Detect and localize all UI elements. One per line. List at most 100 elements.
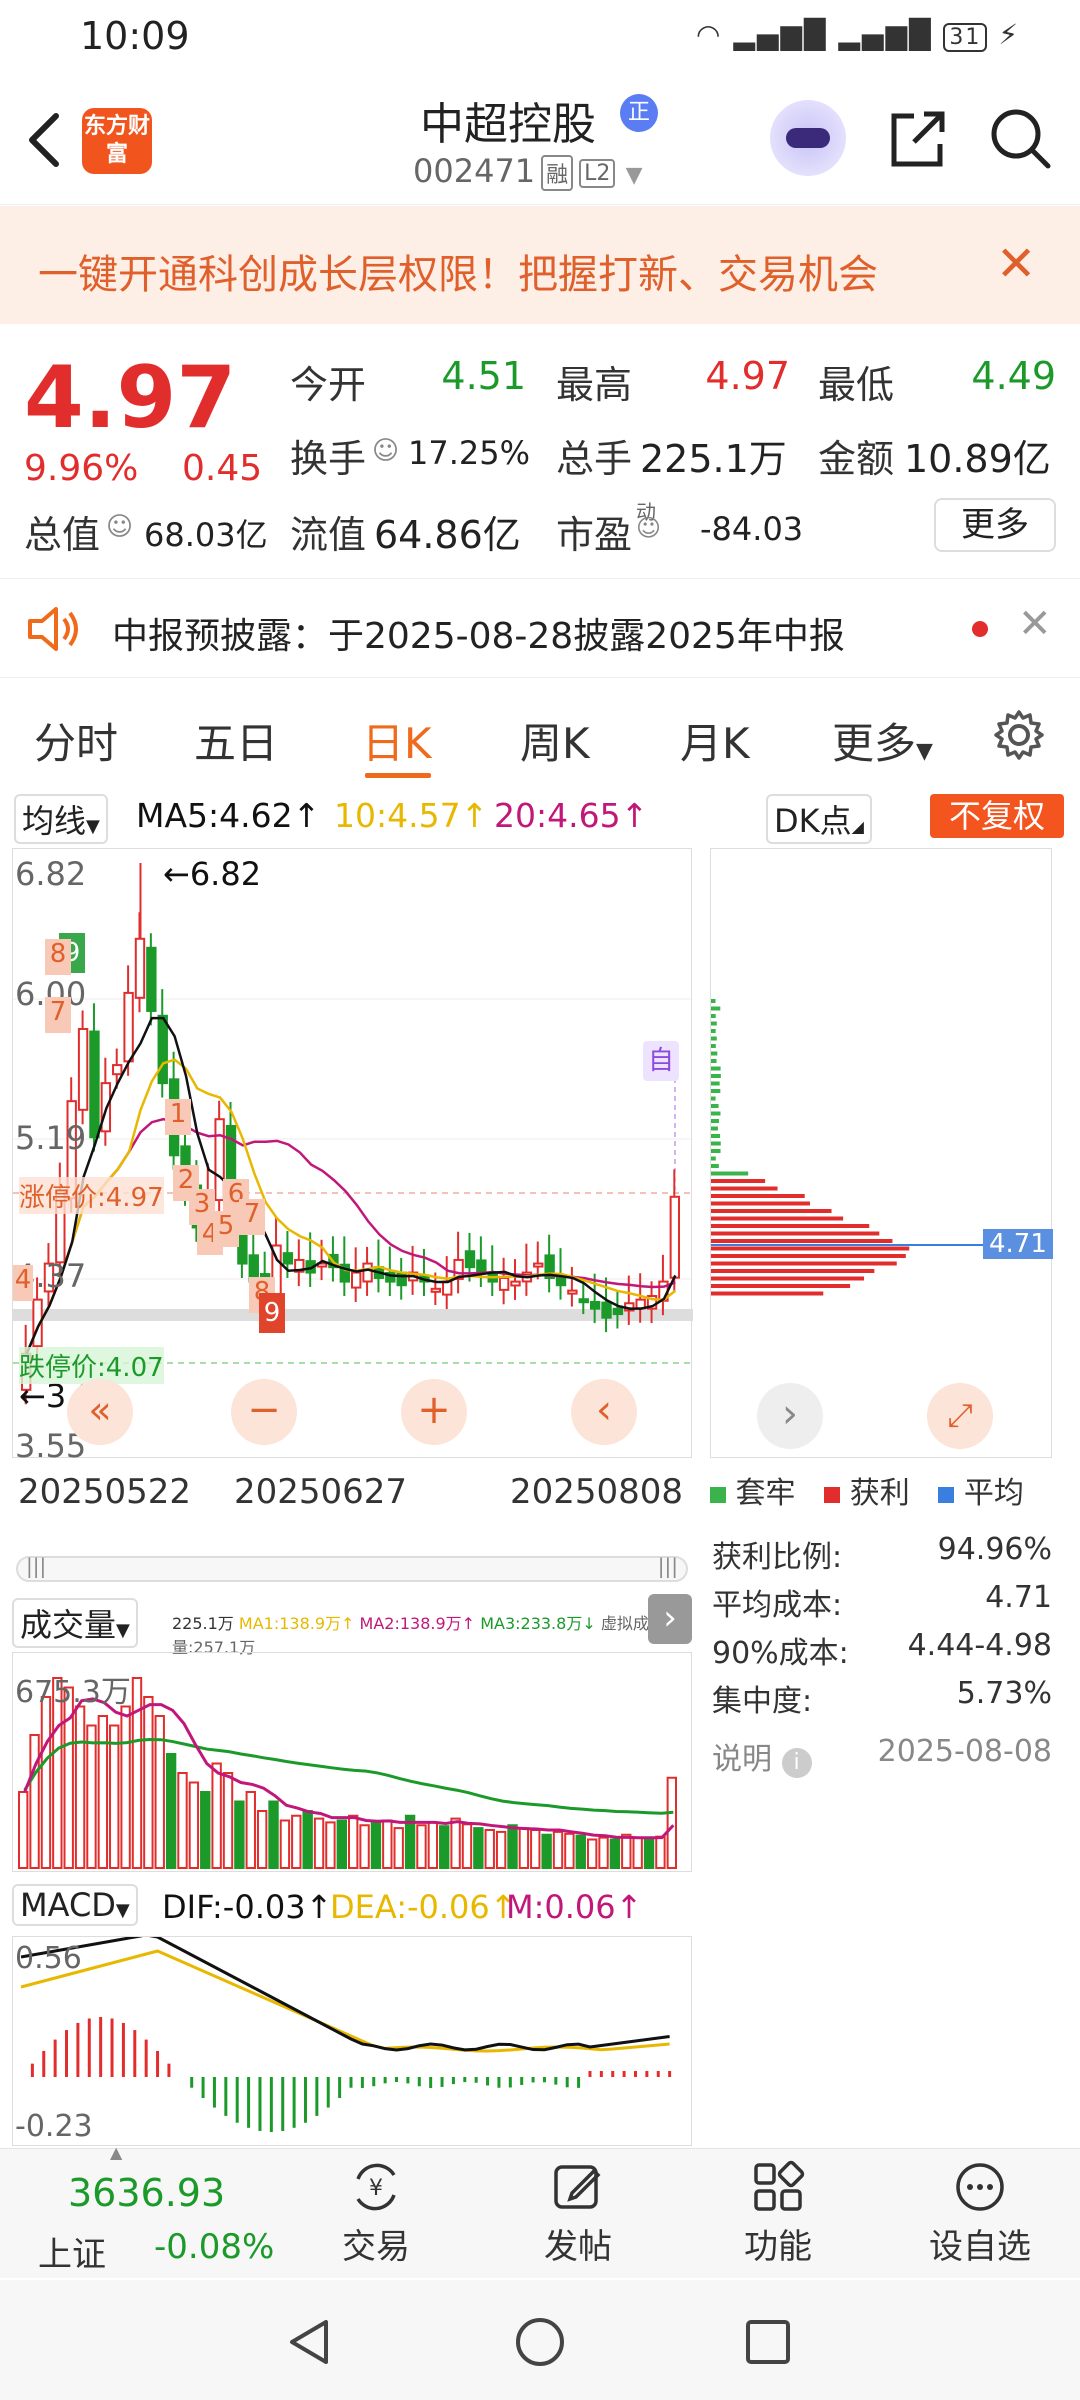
scroll-left-button[interactable]: ‹ — [571, 1379, 637, 1445]
info-icon[interactable]: ☺ — [106, 512, 133, 542]
notice-bar[interactable]: 中报预披露：于2025-08-28披露2025年中报 ✕ — [0, 578, 1080, 678]
legend-swatch — [938, 1487, 954, 1503]
volume-current: 225.1万 — [172, 1614, 234, 1633]
candle-body — [136, 939, 144, 998]
stock-header: 东方财富 中超控股 正 002471 融 L2 ▼ — [0, 70, 1080, 205]
candlestick-chart[interactable]: 6.82 6.00 5.19 4.37 3.55 ←6.82 ←3.95 涨停价… — [12, 848, 692, 1458]
chip-bar — [711, 1194, 805, 1198]
chip-distribution-chart[interactable]: 4.71 › ⤢ — [710, 848, 1052, 1458]
charging-icon: ⚡ — [998, 18, 1020, 51]
stat-value: 5.73% — [957, 1676, 1052, 1711]
amount-label: 金额 — [818, 428, 894, 483]
volume-bar — [235, 1802, 243, 1869]
app-logo[interactable]: 东方财富 — [82, 108, 152, 174]
candle-body — [443, 1282, 451, 1295]
legend-average: 平均 — [964, 1476, 1024, 1511]
info-icon[interactable]: ☺ — [372, 436, 399, 466]
signal-marker: 7 — [239, 1199, 265, 1235]
index-ticker[interactable]: ▲ 3636.93 上证 -0.08% — [0, 2149, 300, 2279]
assistant-avatar-icon[interactable] — [770, 100, 846, 176]
chip-bar — [711, 1209, 832, 1213]
chip-bar — [711, 1007, 720, 1011]
zoom-out-button[interactable]: − — [231, 1379, 297, 1445]
stat-label: 集中度: — [712, 1684, 812, 1719]
more-quote-button[interactable]: 更多 — [934, 498, 1056, 552]
macd-selector[interactable]: MACD▼ — [12, 1884, 138, 1926]
margin-tag: 融 — [541, 155, 573, 191]
floatcap-value: 64.86亿 — [374, 504, 521, 559]
chip-note-row[interactable]: 说明 i 2025-08-08 — [712, 1734, 1052, 1778]
stock-code-row[interactable]: 002471 融 L2 ▼ — [413, 152, 643, 191]
chevron-right-icon[interactable]: › — [757, 1383, 823, 1449]
chip-bar — [711, 1269, 874, 1273]
nav-home-icon[interactable] — [514, 2316, 566, 2368]
volume-ma1: MA1:138.9万↑ — [239, 1614, 355, 1633]
post-button[interactable]: 发帖 — [508, 2159, 648, 2268]
trade-button[interactable]: ¥ 交易 — [306, 2159, 446, 2268]
open-value: 4.51 — [420, 354, 526, 398]
nav-recents-icon[interactable] — [744, 2318, 792, 2366]
zoom-in-button[interactable]: + — [401, 1379, 467, 1445]
expand-icon[interactable]: ⤢ — [927, 1383, 993, 1449]
stat-value: 94.96% — [938, 1532, 1052, 1567]
volume-label: 总手 — [556, 428, 632, 483]
grid-icon — [750, 2159, 806, 2215]
volume-bar — [531, 1830, 539, 1868]
back-icon[interactable] — [22, 110, 70, 170]
unread-dot-icon — [972, 621, 988, 637]
battery-icon: 31 — [943, 23, 987, 52]
functions-button[interactable]: 功能 — [708, 2159, 848, 2268]
clock: 10:09 — [80, 14, 190, 58]
volume-bar — [645, 1840, 653, 1869]
chevron-right-icon[interactable]: › — [648, 1594, 692, 1644]
chip-legend: 套牢 获利 平均 — [710, 1468, 1024, 1512]
chip-bar — [711, 1104, 719, 1108]
dk-selector[interactable]: DK点◢ — [766, 794, 872, 844]
adjust-toggle-button[interactable]: 不复权 — [930, 794, 1064, 838]
scroll-handle-icon[interactable]: ||| — [26, 1554, 46, 1578]
close-icon[interactable]: ✕ — [996, 236, 1036, 292]
ma-selector[interactable]: 均线▼ — [14, 794, 108, 844]
mktcap-value: 68.03亿 — [144, 510, 268, 556]
tab-weekly-k[interactable]: 周K — [520, 710, 590, 771]
range-scrollbar[interactable]: ||| ||| — [16, 1556, 688, 1582]
current-price: 4.97 — [24, 348, 236, 448]
scroll-left-fast-button[interactable]: « — [67, 1379, 133, 1445]
volume-bar — [121, 1707, 129, 1869]
macd-chart[interactable]: 0.56 -0.23 — [12, 1936, 692, 2146]
promo-banner[interactable]: 一键开通科创成长层权限！把握打新、交易机会 ✕ — [0, 206, 1080, 324]
add-watchlist-button[interactable]: 设自选 — [910, 2159, 1050, 2268]
info-icon[interactable]: ☺ — [636, 514, 661, 542]
tab-daily-k[interactable]: 日K — [362, 710, 432, 771]
active-tab-indicator — [365, 773, 431, 778]
volume-value: 225.1万 — [640, 428, 787, 483]
tab-intraday[interactable]: 分时 — [34, 710, 118, 771]
share-icon[interactable] — [884, 106, 950, 172]
volume-chart[interactable]: 675.3万 — [12, 1652, 692, 1872]
search-icon[interactable] — [988, 106, 1054, 172]
tab-monthly-k[interactable]: 月K — [680, 710, 750, 771]
volume-ma3: MA3:233.8万↓ — [480, 1614, 596, 1633]
status-bar: 10:09 ◠ ▂▄▆█ ▂▄▆█ 31 ⚡ — [0, 0, 1080, 70]
volume-bar — [508, 1825, 516, 1868]
gear-icon[interactable] — [992, 708, 1046, 762]
volume-bar — [520, 1828, 528, 1868]
volume-selector[interactable]: 成交量▼ — [12, 1598, 138, 1648]
candle-body — [159, 1016, 167, 1083]
signal-marker: 1 — [165, 1099, 191, 1135]
tab-more[interactable]: 更多▼ — [832, 710, 933, 771]
stat-label: 平均成本: — [712, 1588, 842, 1623]
tab-five-day[interactable]: 五日 — [194, 710, 278, 771]
close-icon[interactable]: ✕ — [1018, 601, 1052, 647]
candle-body — [511, 1282, 519, 1286]
chip-bar — [711, 1262, 897, 1266]
mktcap-label: 总值 — [24, 504, 100, 559]
floatcap-label: 流值 — [290, 504, 366, 559]
volume-info: 225.1万 MA1:138.9万↑ MA2:138.9万↑ MA3:233.8… — [172, 1610, 692, 1658]
nav-back-icon[interactable] — [286, 2318, 334, 2366]
more-dots-icon — [952, 2159, 1008, 2215]
volume-bar — [463, 1824, 471, 1868]
legend-swatch — [824, 1487, 840, 1503]
scroll-handle-icon[interactable]: ||| — [658, 1554, 678, 1578]
volume-bar — [167, 1754, 175, 1868]
